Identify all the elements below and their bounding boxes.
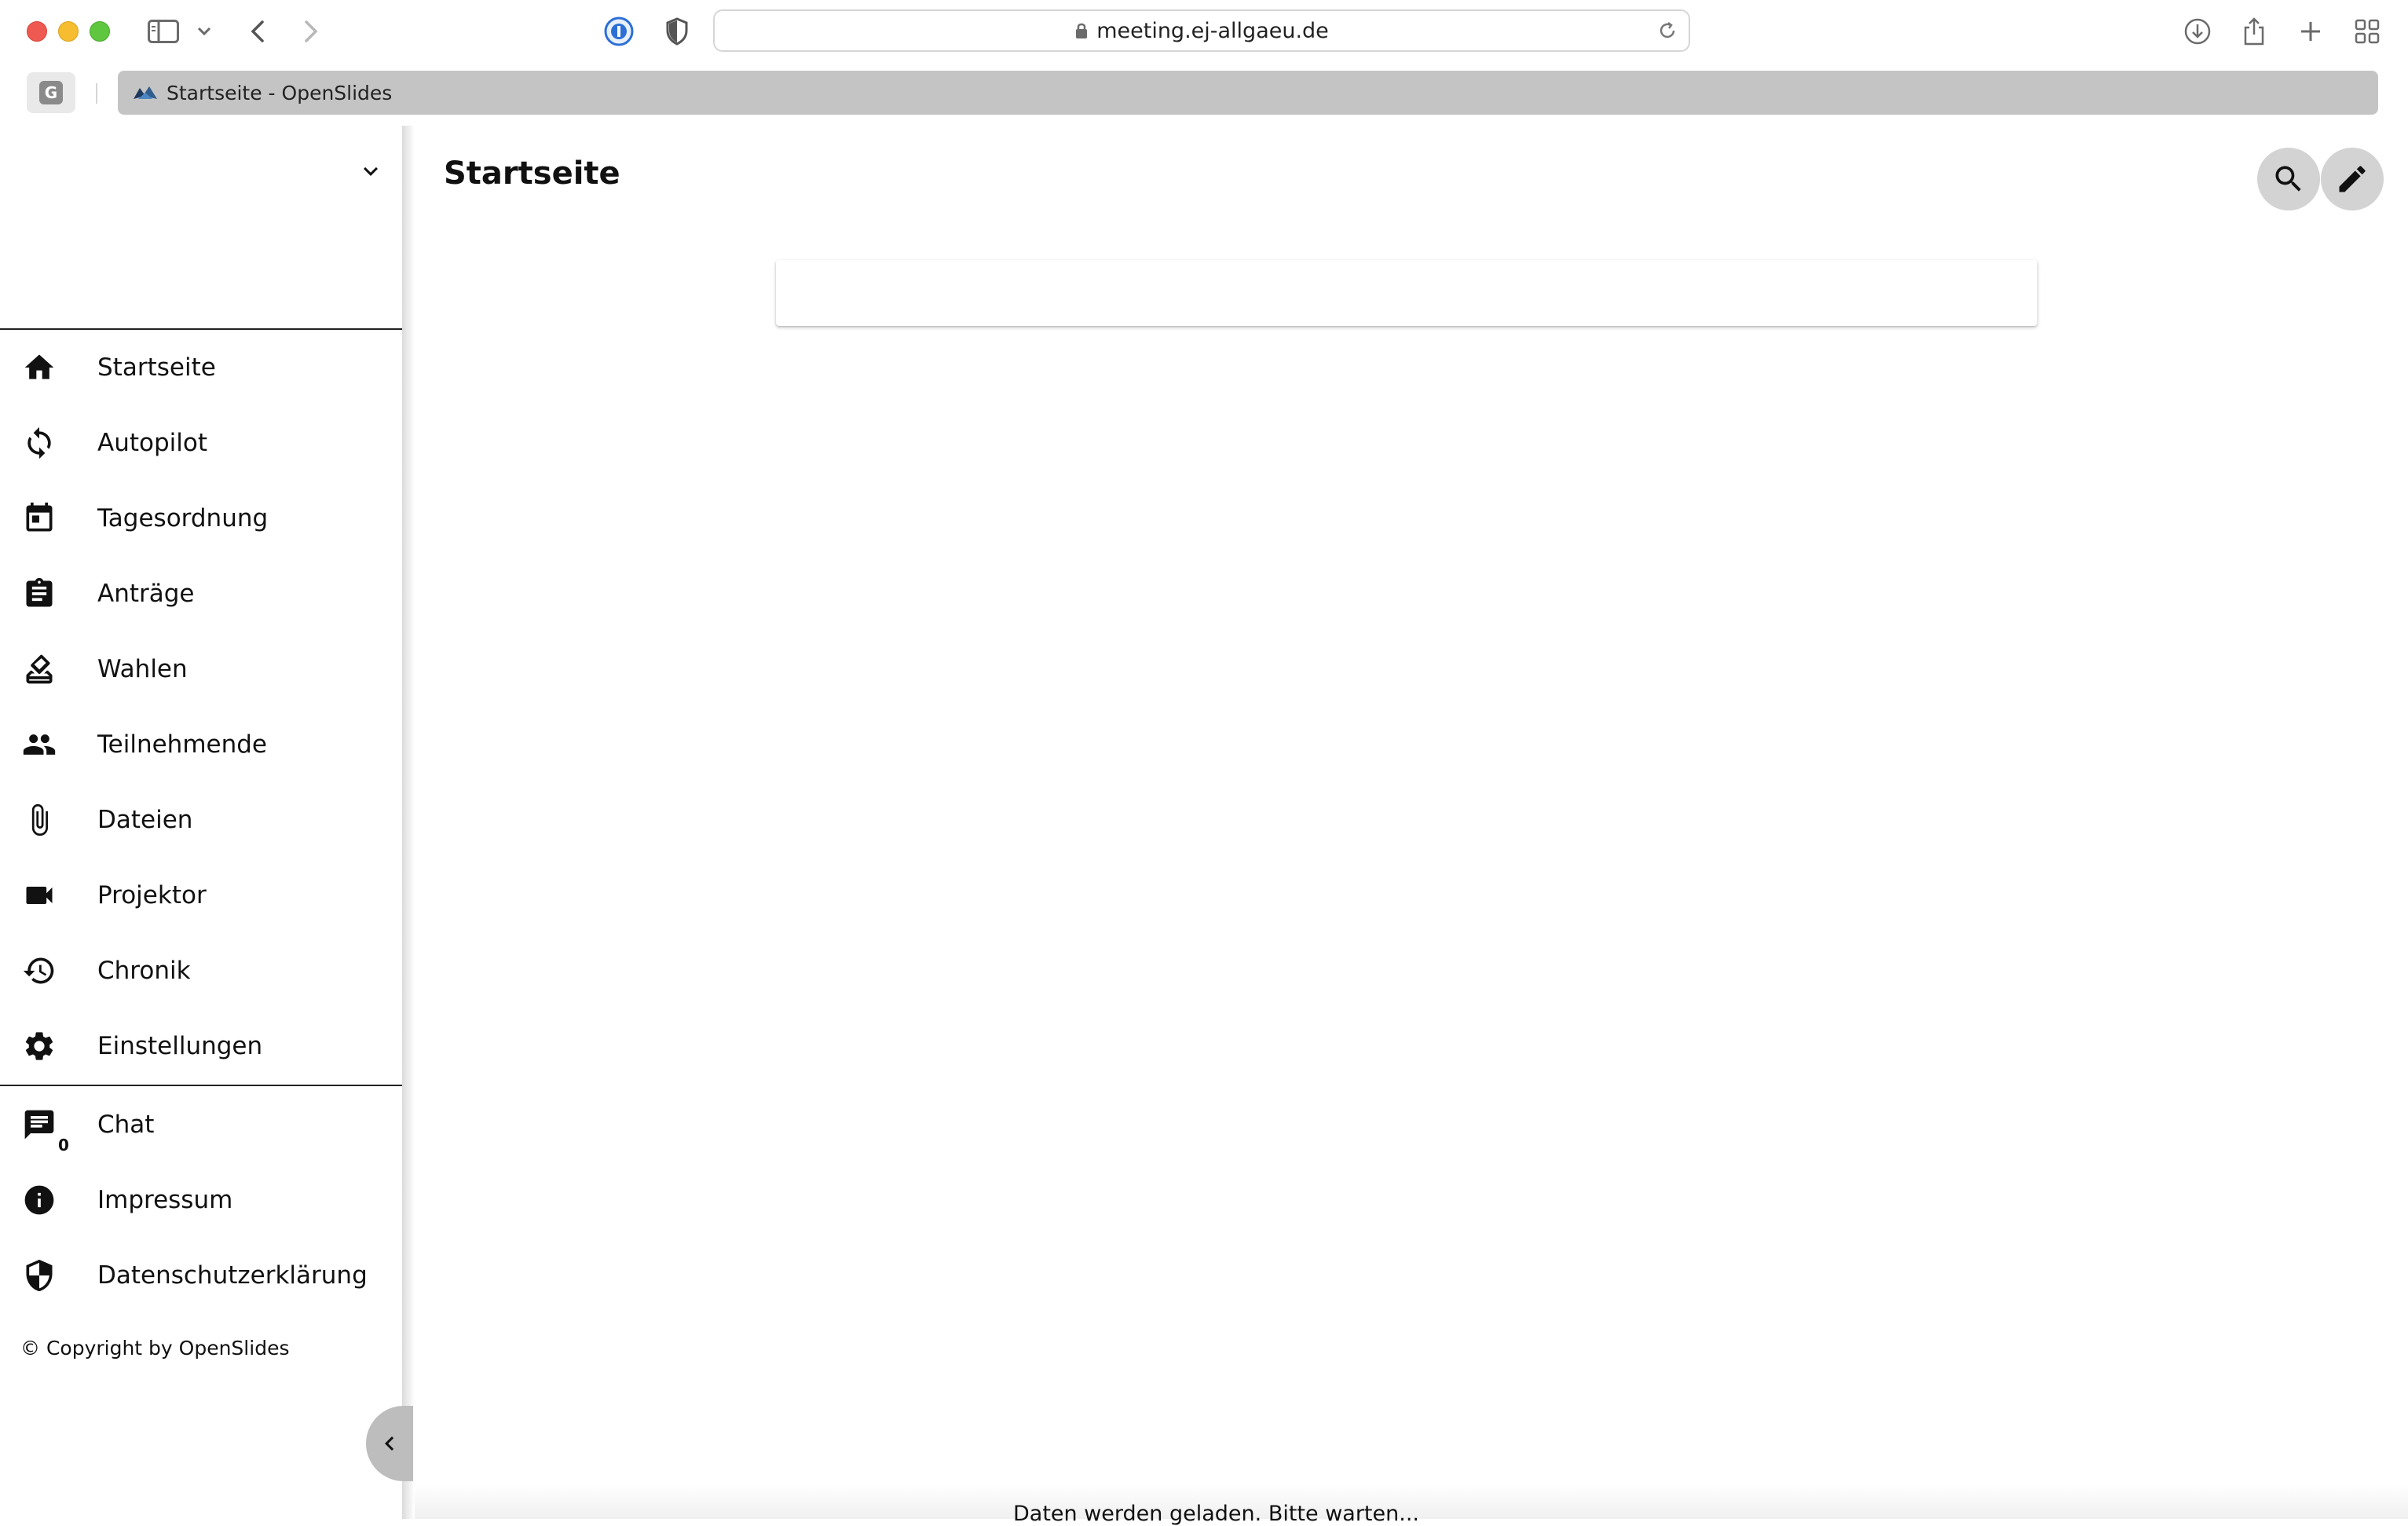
- sidebar-item-label: Impressum: [97, 1186, 233, 1214]
- sidebar-item-dateien[interactable]: Dateien: [0, 782, 402, 858]
- sidebar-item-label: Tagesordnung: [97, 504, 269, 532]
- chat-icon: [22, 1107, 57, 1142]
- sidebar-item-impressum[interactable]: Impressum: [0, 1162, 402, 1238]
- browser-toolbar: meeting.ej-allgaeu.de: [0, 0, 2408, 64]
- clipboard-icon: [22, 576, 57, 611]
- tab-overview-icon[interactable]: [2350, 14, 2384, 49]
- lock-icon: [1076, 23, 1088, 38]
- info-icon: [22, 1183, 57, 1217]
- ballot-icon: [22, 652, 57, 686]
- sidebar-item-label: Startseite: [97, 353, 216, 382]
- sidebar-item-label: Chat: [97, 1111, 155, 1139]
- videocam-icon: [22, 878, 57, 913]
- password-manager-icon[interactable]: [602, 14, 636, 49]
- openslides-logo-icon: [134, 86, 157, 99]
- edit-button[interactable]: [2321, 148, 2384, 210]
- tab-separator: [96, 83, 97, 104]
- share-icon[interactable]: [2237, 14, 2271, 49]
- sidebar-item-einstellungen[interactable]: Einstellungen: [0, 1008, 402, 1084]
- address-bar[interactable]: meeting.ej-allgaeu.de: [713, 9, 1690, 52]
- zoom-window-button[interactable]: [90, 21, 110, 42]
- tab-strip: G Startseite - OpenSlides: [0, 64, 2408, 121]
- sidebar-item-autopilot[interactable]: Autopilot: [0, 405, 402, 481]
- meeting-selector-chevron-icon[interactable]: [357, 157, 385, 188]
- people-icon: [22, 727, 57, 762]
- tab-title: Startseite - OpenSlides: [167, 81, 393, 104]
- back-arrow-icon[interactable]: [240, 14, 275, 49]
- search-button[interactable]: [2257, 148, 2320, 210]
- history-icon: [22, 953, 57, 988]
- minimize-window-button[interactable]: [58, 21, 79, 42]
- sidebar-item-label: Einstellungen: [97, 1032, 263, 1060]
- welcome-content-card: [776, 260, 2037, 326]
- copyright-text: © Copyright by OpenSlides: [20, 1337, 290, 1359]
- sidebar-item-label: Projektor: [97, 881, 207, 909]
- sidebar-shadow: [402, 126, 415, 1519]
- search-icon: [2275, 166, 2301, 192]
- new-tab-icon[interactable]: [2293, 14, 2328, 49]
- main-content: [415, 126, 2408, 1519]
- sidebar-item-label: Chronik: [97, 957, 191, 985]
- pinned-tab[interactable]: G: [27, 72, 75, 113]
- sync-icon: [22, 426, 57, 460]
- pencil-icon: [2339, 166, 2366, 192]
- sidebar-item-label: Teilnehmende: [97, 730, 268, 759]
- sidebar-item-startseite[interactable]: Startseite: [0, 330, 402, 405]
- sidebar-item-teilnehmende[interactable]: Teilnehmende: [0, 707, 402, 782]
- sidebar-item-chronik[interactable]: Chronik: [0, 933, 402, 1008]
- forward-arrow-icon[interactable]: [294, 14, 328, 49]
- sidebar-item-wahlen[interactable]: Wahlen: [0, 631, 402, 707]
- downloads-icon[interactable]: [2180, 14, 2215, 49]
- close-window-button[interactable]: [27, 21, 47, 42]
- active-tab[interactable]: Startseite - OpenSlides: [118, 71, 2378, 115]
- sidebar-item-antraege[interactable]: Anträge: [0, 556, 402, 631]
- sidebar-divider-bottom: [0, 1085, 402, 1086]
- loading-message: Daten werden geladen. Bitte warten...: [1013, 1502, 1419, 1526]
- shield-icon: [22, 1258, 57, 1293]
- sidebar-item-tagesordnung[interactable]: Tagesordnung: [0, 481, 402, 556]
- pinned-tab-favicon: G: [39, 81, 63, 104]
- page-title: Startseite: [444, 156, 620, 192]
- sidebar-toggle-icon[interactable]: [146, 14, 181, 49]
- sidebar-item-label: Autopilot: [97, 429, 207, 457]
- paperclip-icon: [22, 803, 57, 837]
- calendar-icon: [22, 501, 57, 536]
- sidebar-item-chat[interactable]: 0 Chat: [0, 1087, 402, 1162]
- sidebar-item-projektor[interactable]: Projektor: [0, 858, 402, 933]
- sidebar-item-label: Wahlen: [97, 655, 188, 683]
- sidebar-item-label: Anträge: [97, 580, 195, 608]
- privacy-shield-icon[interactable]: [660, 14, 694, 49]
- url-text: meeting.ej-allgaeu.de: [1096, 18, 1329, 43]
- reload-icon[interactable]: [1657, 20, 1678, 41]
- sidebar-item-label: Dateien: [97, 806, 193, 834]
- home-icon: [22, 350, 57, 385]
- chevron-left-icon: [385, 1436, 394, 1451]
- chat-unread-badge: 0: [58, 1136, 69, 1155]
- sidebar-item-datenschutz[interactable]: Datenschutzerklärung: [0, 1238, 402, 1313]
- gear-icon: [22, 1029, 57, 1063]
- chevron-down-icon[interactable]: [187, 14, 221, 49]
- sidebar-item-label: Datenschutzerklärung: [97, 1261, 368, 1290]
